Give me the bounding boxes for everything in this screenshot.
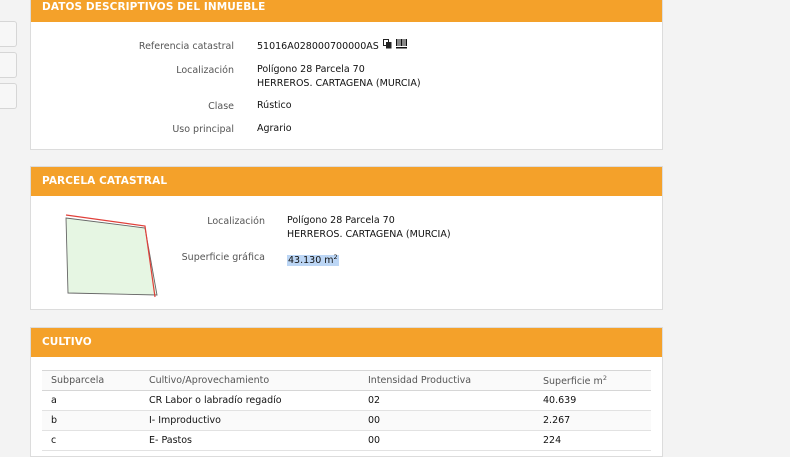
cell-superficie: 40.639 xyxy=(534,390,651,411)
cell-intensidad: 00 xyxy=(359,410,534,431)
cultivo-table: Subparcela Cultivo/Aprovechamiento Inten… xyxy=(42,370,651,451)
parcela-catastral-header: PARCELA CATASTRAL xyxy=(31,167,662,196)
col-superficie-text: Superficie m xyxy=(543,376,603,388)
cell-cultivo: I- Improductivo xyxy=(140,410,359,431)
parcela-catastral-title: PARCELA CATASTRAL xyxy=(42,175,168,187)
col-cultivo: Cultivo/Aprovechamiento xyxy=(140,370,359,391)
localizacion-line1: Polígono 28 Parcela 70 xyxy=(257,64,365,75)
datos-descriptivos-header: DATOS DESCRIPTIVOS DEL INMUEBLE xyxy=(31,0,662,22)
superficie-grafica-highlight: 43.130 m2 xyxy=(287,253,339,267)
localizacion-value: Polígono 28 Parcela 70 HERREROS. CARTAGE… xyxy=(257,63,421,91)
clase-value: Rústico xyxy=(257,100,292,111)
clase-label: Clase xyxy=(208,101,234,112)
uso-principal-label: Uso principal xyxy=(172,124,234,135)
barcode-icon[interactable] xyxy=(395,39,407,54)
side-tab-3[interactable] xyxy=(0,83,17,109)
col-superficie-exp: 2 xyxy=(602,373,607,382)
cell-intensidad: 02 xyxy=(359,390,534,411)
superficie-grafica-exp: 2 xyxy=(333,253,338,261)
table-row: c E- Pastos 00 224 xyxy=(42,430,651,451)
parcela-localizacion-line1: Polígono 28 Parcela 70 xyxy=(287,215,395,226)
cell-superficie: 224 xyxy=(534,430,651,451)
superficie-grafica-text: 43.130 m xyxy=(288,255,334,267)
side-tab-1[interactable] xyxy=(0,21,17,47)
cell-cultivo: CR Labor o labradío regadío xyxy=(140,390,359,411)
cell-superficie: 2.267 xyxy=(534,410,651,431)
col-intensidad: Intensidad Productiva xyxy=(359,370,534,391)
cell-cultivo: E- Pastos xyxy=(140,430,359,451)
localizacion-line2: HERREROS. CARTAGENA (MURCIA) xyxy=(257,78,421,89)
copy-icon[interactable] xyxy=(382,39,392,54)
uso-principal-value: Agrario xyxy=(257,123,292,134)
superficie-grafica-value: 43.130 m2 xyxy=(287,250,339,268)
cell-subparcela: a xyxy=(42,390,140,411)
cultivo-table-header: Subparcela Cultivo/Aprovechamiento Inten… xyxy=(42,370,651,391)
parcela-localizacion-line2: HERREROS. CARTAGENA (MURCIA) xyxy=(287,229,451,240)
table-row: a CR Labor o labradío regadío 02 40.639 xyxy=(42,390,651,411)
parcela-localizacion-value: Polígono 28 Parcela 70 HERREROS. CARTAGE… xyxy=(287,214,451,242)
ref-catastral-label: Referencia catastral xyxy=(138,41,234,52)
parcela-localizacion-label: Localización xyxy=(207,216,265,227)
localizacion-label: Localización xyxy=(176,65,234,76)
cultivo-title: CULTIVO xyxy=(42,336,92,348)
superficie-grafica-label: Superficie gráfica xyxy=(181,252,265,263)
ref-catastral-text: 51016A028000700000AS xyxy=(257,41,379,52)
col-superficie: Superficie m2 xyxy=(534,370,651,391)
col-subparcela: Subparcela xyxy=(42,370,140,391)
cell-intensidad: 00 xyxy=(359,430,534,451)
table-row: b I- Improductivo 00 2.267 xyxy=(42,410,651,431)
side-tab-2[interactable] xyxy=(0,52,17,78)
cultivo-header: CULTIVO xyxy=(31,328,662,357)
datos-descriptivos-panel: DATOS DESCRIPTIVOS DEL INMUEBLE Referenc… xyxy=(30,0,663,150)
ref-catastral-value: 51016A028000700000AS xyxy=(257,39,407,54)
parcela-catastral-panel: PARCELA CATASTRAL Localización Polígono … xyxy=(30,166,663,310)
cell-subparcela: b xyxy=(42,410,140,431)
datos-descriptivos-title: DATOS DESCRIPTIVOS DEL INMUEBLE xyxy=(42,1,266,13)
cultivo-panel: CULTIVO Subparcela Cultivo/Aprovechamien… xyxy=(30,327,663,457)
cell-subparcela: c xyxy=(42,430,140,451)
